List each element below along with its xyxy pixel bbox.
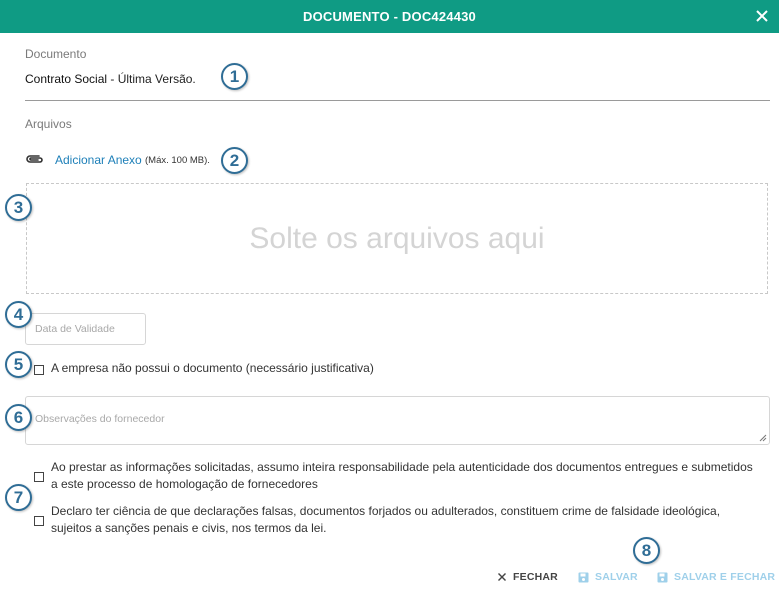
declaration-1-line-1: Ao prestar as informações solicitadas, a… — [51, 460, 753, 474]
marker-2: 2 — [221, 147, 248, 174]
declaration-2-line-1: Declaro ter ciência de que declarações f… — [51, 504, 721, 518]
close-icon[interactable] — [753, 7, 771, 25]
marker-4: 4 — [5, 301, 32, 328]
close-button-label: FECHAR — [513, 571, 558, 583]
file-dropzone[interactable]: Solte os arquivos aqui — [26, 183, 768, 294]
paperclip-icon[interactable] — [25, 153, 45, 165]
floppy-disk-icon — [657, 572, 668, 582]
declaration-2-line-2: sujeitos a sanções penais e civis, nos t… — [51, 521, 327, 535]
save-and-close-button-label: SALVAR E FECHAR — [674, 571, 776, 583]
floppy-disk-icon — [578, 572, 589, 582]
declaration-text-1: Ao prestar as informações solicitadas, a… — [51, 459, 753, 493]
save-button-label: SALVAR — [595, 571, 638, 583]
no-document-label: A empresa não possui o documento (necess… — [51, 361, 374, 375]
dropzone-text: Solte os arquivos aqui — [249, 221, 545, 255]
marker-7: 7 — [5, 484, 32, 511]
divider — [25, 100, 770, 101]
declaration-checkbox-2[interactable] — [34, 516, 44, 526]
marker-6: 6 — [5, 404, 32, 431]
marker-3: 3 — [5, 194, 32, 221]
document-value: Contrato Social - Última Versão. — [25, 72, 196, 86]
add-attachment-link[interactable]: Adicionar Anexo — [55, 153, 142, 167]
declaration-1-line-2: a este processo de homologação de fornec… — [51, 477, 318, 491]
dialog-header: DOCUMENTO - DOC424430 — [0, 0, 779, 33]
max-size-note: (Máx. 100 MB). — [145, 155, 210, 166]
save-button[interactable]: SALVAR — [578, 571, 638, 583]
dialog-title: DOCUMENTO - DOC424430 — [302, 9, 476, 24]
declaration-checkbox-1[interactable] — [34, 472, 44, 482]
save-and-close-button[interactable]: SALVAR E FECHAR — [657, 571, 775, 583]
close-icon — [498, 573, 506, 581]
validity-date-input[interactable] — [25, 313, 146, 345]
close-button[interactable]: FECHAR — [497, 571, 558, 583]
no-document-checkbox[interactable] — [34, 365, 44, 375]
document-name: Contrato Social — [25, 72, 108, 86]
observations-textarea[interactable] — [25, 396, 770, 445]
declaration-text-2: Declaro ter ciência de que declarações f… — [51, 503, 720, 537]
document-separator: - — [107, 72, 118, 86]
resize-grip-icon[interactable] — [759, 434, 767, 442]
marker-5: 5 — [5, 351, 32, 378]
arquivos-label: Arquivos — [25, 117, 72, 131]
documento-label: Documento — [25, 47, 87, 61]
document-version: Última Versão. — [117, 72, 196, 86]
marker-8: 8 — [633, 537, 660, 564]
marker-1: 1 — [221, 63, 248, 90]
